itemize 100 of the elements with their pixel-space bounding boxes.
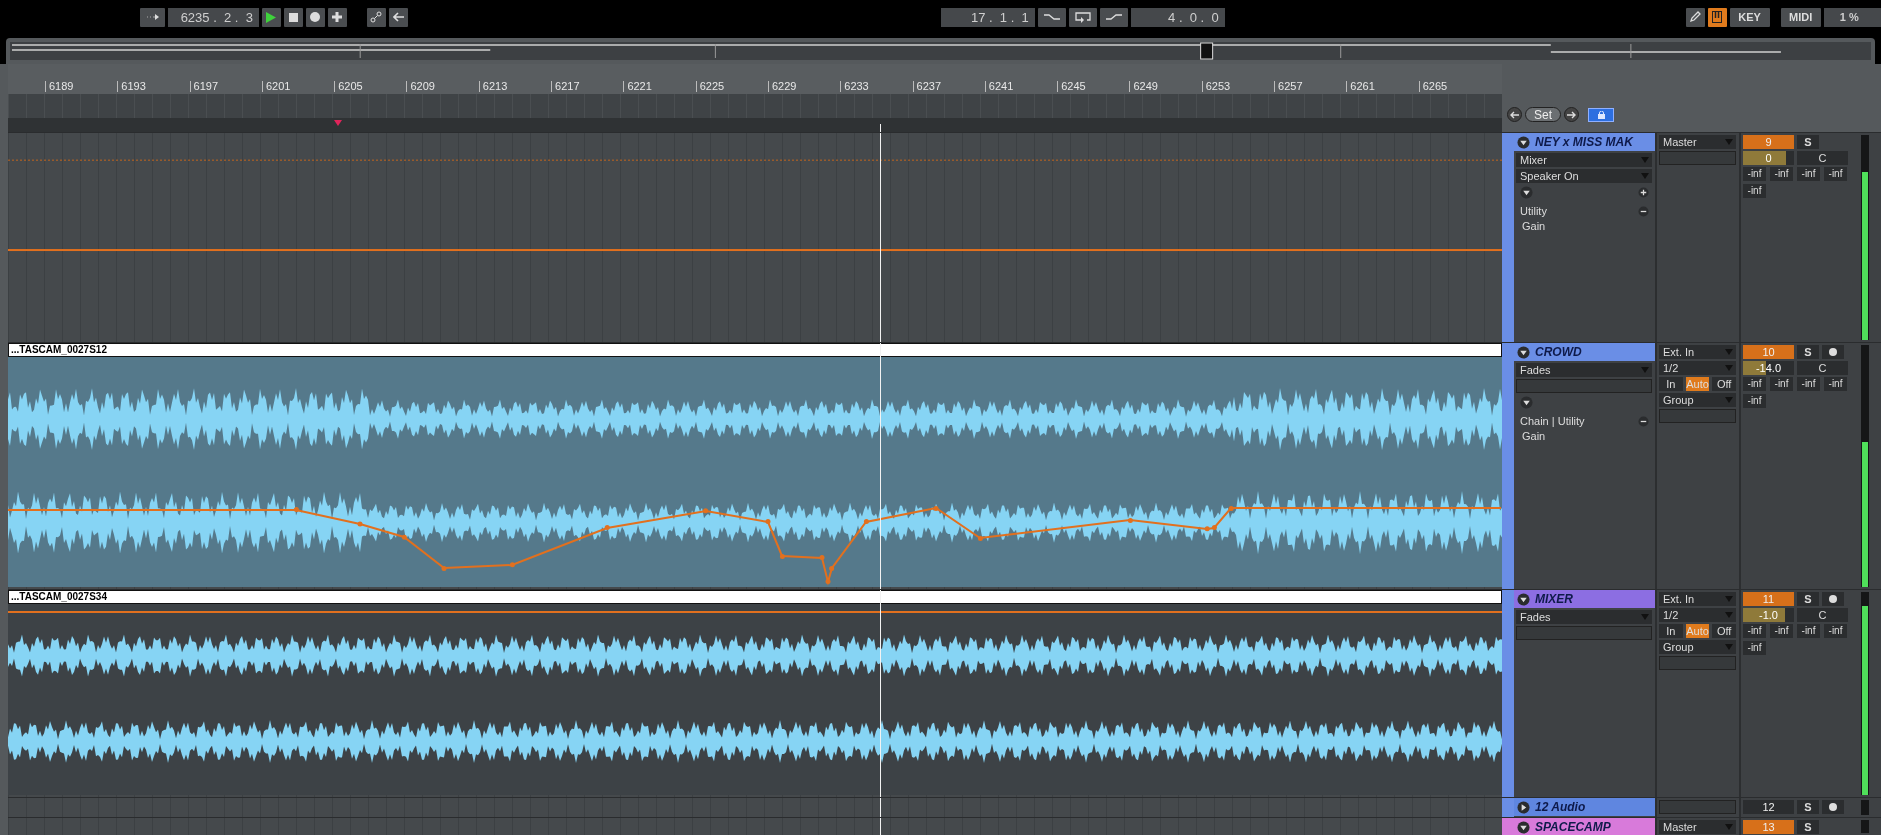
input-field[interactable]	[1516, 379, 1652, 393]
bar-number: 6205	[334, 81, 407, 92]
clip-title[interactable]: ...TASCAM_0027S12	[8, 343, 1502, 357]
back-button[interactable]	[388, 7, 408, 27]
automation-arm-button[interactable]	[366, 7, 386, 27]
pan-field[interactable]: C	[1797, 608, 1848, 622]
collapse-icon[interactable]	[1517, 135, 1530, 149]
play-button[interactable]	[261, 7, 281, 27]
loop-length-field[interactable]: 4 . 0 . 0	[1130, 7, 1225, 27]
expand-icon[interactable]	[1517, 800, 1530, 814]
monitor-button[interactable]: In	[1659, 377, 1683, 391]
send-field[interactable]: -inf	[1770, 377, 1793, 391]
dropdown[interactable]: Group	[1659, 640, 1736, 654]
automation-line[interactable]	[8, 249, 1502, 252]
dropdown[interactable]: 1/2	[1659, 361, 1736, 375]
track-header[interactable]: NEY x MISS MAK	[1514, 133, 1655, 151]
solo-button[interactable]: S	[1797, 345, 1819, 359]
collapse-icon[interactable]	[1517, 592, 1530, 606]
track-number[interactable]: 12	[1743, 800, 1794, 814]
input-field[interactable]	[1659, 409, 1736, 423]
send-field[interactable]: -inf	[1743, 377, 1766, 391]
send-field[interactable]: -inf	[1743, 394, 1766, 408]
locator-marker[interactable]	[334, 120, 342, 126]
track-header[interactable]: CROWD	[1514, 343, 1655, 361]
dropdown[interactable]: Speaker On	[1516, 169, 1652, 183]
beat-ruler[interactable]: 6189 6193 6197 6201 6205 6209 6213 6217 6221 6225 6229 6233 6237 6241 6245 6249 6253 6257 6261 6265	[8, 64, 1502, 94]
send-field[interactable]: -inf	[1770, 167, 1793, 181]
solo-button[interactable]: S	[1797, 592, 1819, 606]
dropdown[interactable]: Master	[1659, 820, 1736, 834]
bar-number: 6221	[623, 81, 696, 92]
arm-button[interactable]	[1822, 800, 1844, 814]
send-field[interactable]: -inf	[1743, 624, 1766, 638]
track-header[interactable]: MIXER	[1514, 590, 1655, 608]
play-icon	[266, 11, 277, 23]
collapse-icon[interactable]	[1520, 396, 1533, 409]
clip-title[interactable]: ...TASCAM_0027S34	[8, 590, 1502, 604]
loop-button[interactable]	[1068, 7, 1097, 27]
caret-icon	[1725, 596, 1733, 602]
monitor-button[interactable]: Off	[1712, 377, 1736, 391]
send-field[interactable]: -inf	[1797, 377, 1820, 391]
monitor-button[interactable]: In	[1659, 624, 1683, 638]
dropdown[interactable]: Master	[1659, 135, 1736, 149]
volume-field[interactable]: -1.0	[1743, 608, 1794, 622]
tool-button[interactable]	[1685, 7, 1705, 27]
mapping-button[interactable]: KEY	[1729, 7, 1770, 27]
input-field[interactable]	[1659, 151, 1736, 165]
collapse-icon[interactable]	[1520, 186, 1533, 199]
position-field[interactable]: 6235 . 2 . 3	[168, 7, 259, 27]
automation-line[interactable]	[8, 505, 1502, 586]
solo-button[interactable]: S	[1797, 800, 1819, 814]
send-field[interactable]: -inf	[1743, 184, 1766, 198]
record-button[interactable]	[305, 7, 325, 27]
next-locator-button[interactable]	[1564, 107, 1579, 122]
dropdown[interactable]: Mixer	[1516, 153, 1652, 167]
dropdown[interactable]: Fades	[1516, 363, 1652, 377]
send-field[interactable]: -inf	[1743, 641, 1766, 655]
stop-button[interactable]	[283, 7, 303, 27]
arm-button[interactable]	[1822, 592, 1844, 606]
solo-button[interactable]: S	[1797, 135, 1819, 149]
send-field[interactable]: -inf	[1797, 624, 1820, 638]
dropdown[interactable]: Ext. In	[1659, 592, 1736, 606]
monitor-button[interactable]: Off	[1712, 624, 1736, 638]
input-field[interactable]	[1659, 656, 1736, 670]
pan-field[interactable]: C	[1797, 151, 1848, 165]
mapping-button[interactable]: MIDI	[1780, 7, 1821, 27]
loop-start-field[interactable]: 17 . 1 . 1	[940, 7, 1035, 27]
dropdown[interactable]: Group	[1659, 393, 1736, 407]
dropdown[interactable]: 1/2	[1659, 608, 1736, 622]
send-field[interactable]: -inf	[1824, 624, 1847, 638]
add-icon[interactable]	[1638, 187, 1649, 198]
set-button[interactable]: Set	[1525, 107, 1561, 122]
track-header[interactable]: SPACECAMP	[1514, 818, 1655, 835]
dropdown[interactable]: Fades	[1516, 610, 1652, 624]
track-header[interactable]: 12 Audio	[1514, 798, 1655, 816]
send-field[interactable]: -inf	[1824, 377, 1847, 391]
remove-icon[interactable]	[1638, 205, 1649, 217]
send-field[interactable]: -inf	[1797, 167, 1820, 181]
pan-field[interactable]: C	[1797, 361, 1848, 375]
overdub-button[interactable]	[327, 7, 347, 27]
remove-icon[interactable]	[1638, 415, 1649, 427]
volume-field[interactable]: 0	[1743, 151, 1794, 165]
dropdown[interactable]: Ext. In	[1659, 345, 1736, 359]
punch-out-button[interactable]	[1099, 7, 1128, 27]
bar-number: 6261	[1346, 81, 1419, 92]
follow-button[interactable]	[140, 7, 165, 27]
send-field[interactable]: -inf	[1743, 167, 1766, 181]
previous-locator-button[interactable]	[1507, 107, 1522, 122]
plus-icon	[332, 12, 343, 22]
collapse-icon[interactable]	[1517, 820, 1530, 834]
tool-button[interactable]	[1707, 7, 1727, 27]
send-field[interactable]: -inf	[1770, 624, 1793, 638]
punch-in-button[interactable]	[1037, 7, 1066, 27]
collapse-icon[interactable]	[1517, 345, 1530, 359]
send-field[interactable]: -inf	[1824, 167, 1847, 181]
input-field[interactable]	[1659, 800, 1736, 814]
solo-button[interactable]: S	[1797, 820, 1819, 834]
lock-button[interactable]	[1588, 108, 1614, 122]
volume-field[interactable]: -14.0	[1743, 361, 1794, 375]
arm-button[interactable]	[1822, 345, 1844, 359]
input-field[interactable]	[1516, 626, 1652, 640]
